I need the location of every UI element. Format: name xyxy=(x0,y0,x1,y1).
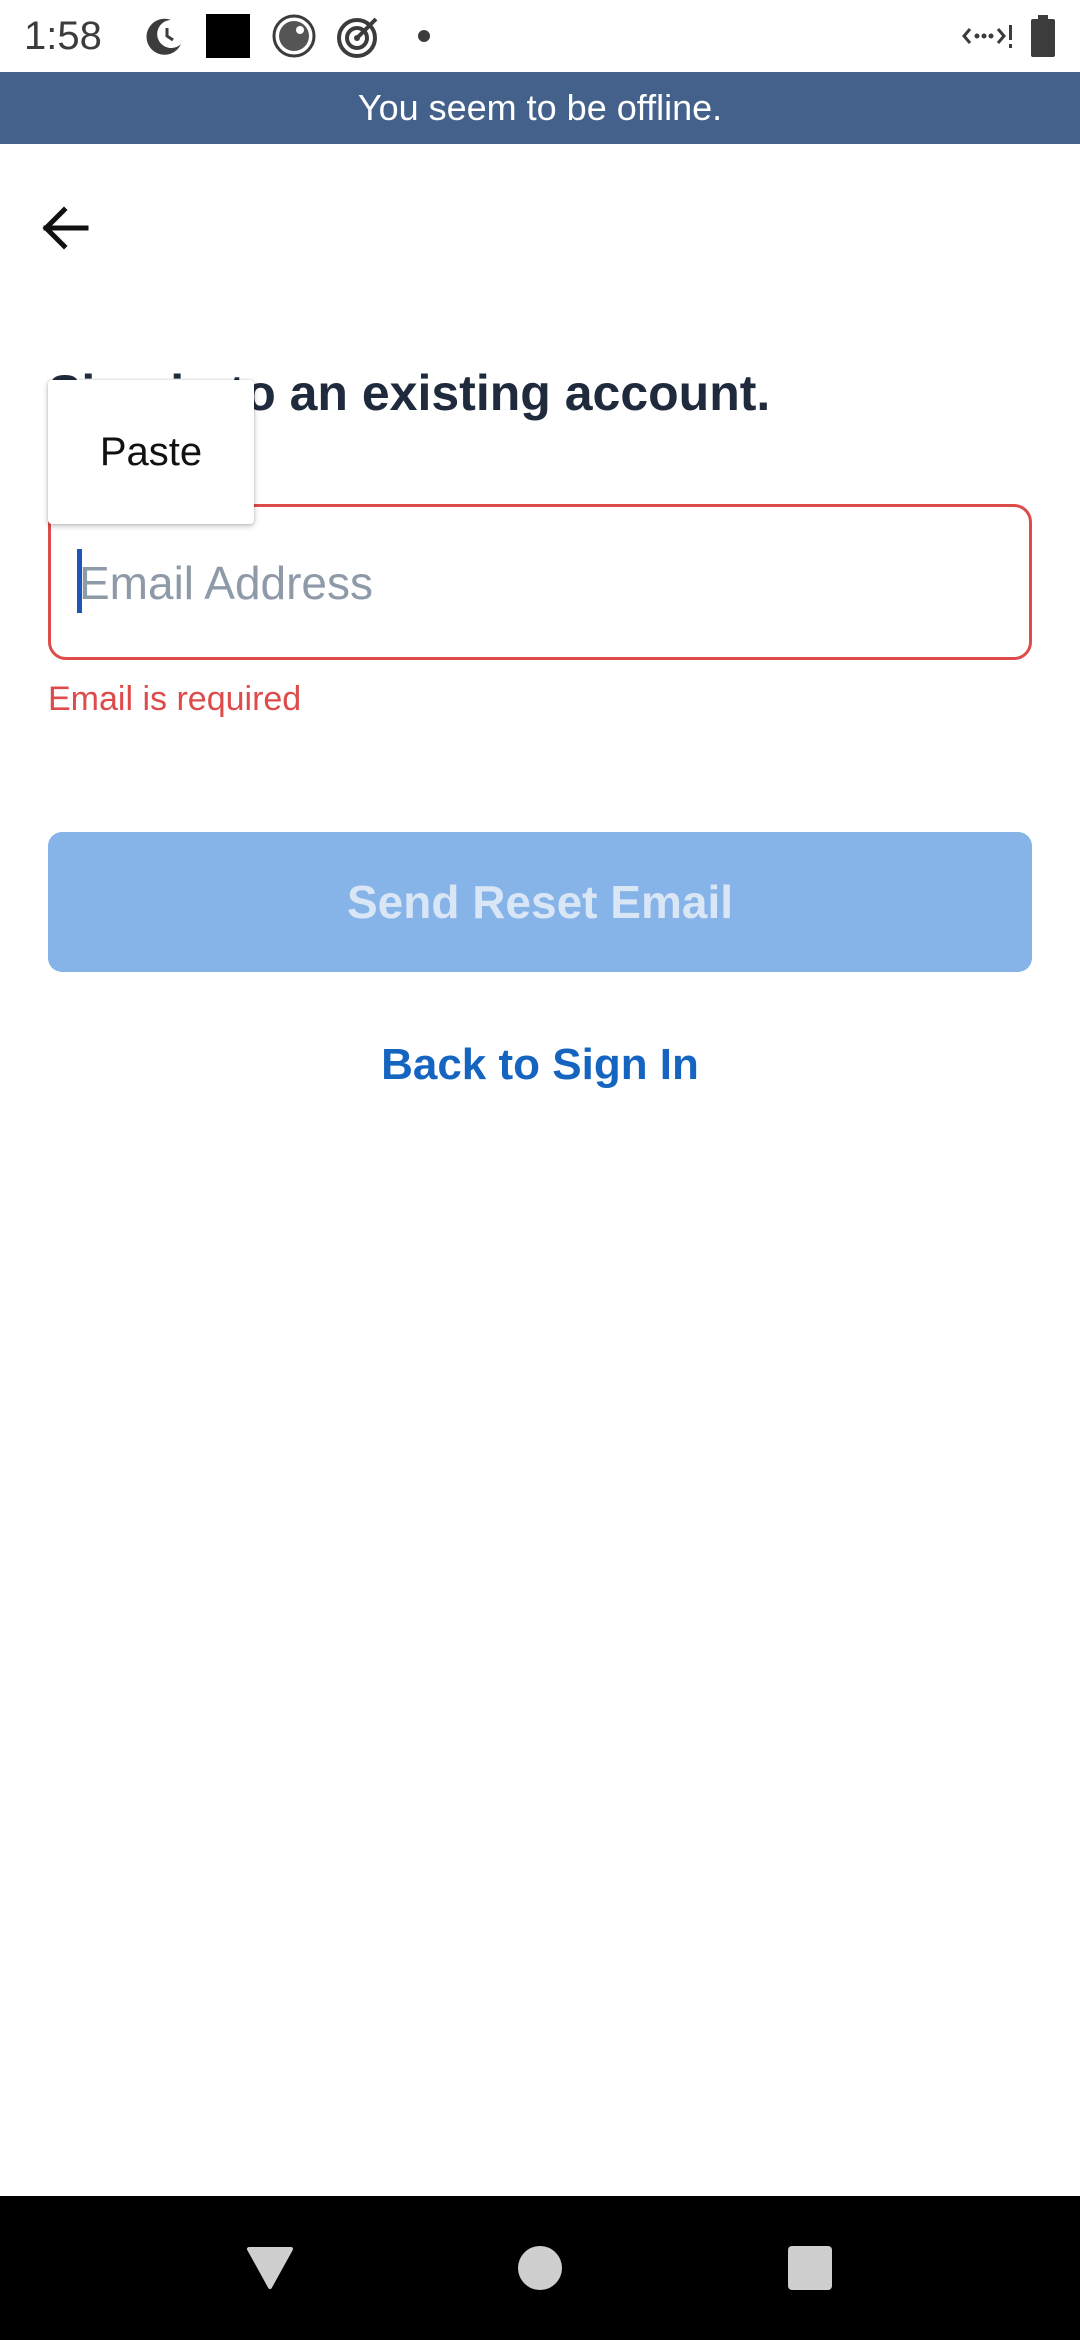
battery-icon xyxy=(1028,12,1058,60)
circle-home-icon xyxy=(518,2246,562,2290)
status-time: 1:58 xyxy=(24,14,102,58)
nav-back-button[interactable] xyxy=(234,2232,306,2304)
back-to-sign-in-label: Back to Sign In xyxy=(381,1040,699,1089)
back-to-sign-in-link[interactable]: Back to Sign In xyxy=(0,1040,1080,1090)
offline-banner: You seem to be offline. xyxy=(0,72,1080,144)
arrow-left-icon xyxy=(42,206,89,250)
square-recents-icon xyxy=(788,2246,832,2290)
status-bar: 1:58 xyxy=(0,0,1080,72)
nav-home-button[interactable] xyxy=(504,2232,576,2304)
nav-recents-button[interactable] xyxy=(774,2232,846,2304)
triangle-back-icon xyxy=(247,2247,293,2289)
email-field[interactable] xyxy=(48,504,1032,660)
black-square-icon xyxy=(204,12,252,60)
text-cursor xyxy=(77,549,82,613)
moon-clock-icon xyxy=(140,12,190,60)
offline-banner-text: You seem to be offline. xyxy=(357,87,723,128)
email-input[interactable] xyxy=(75,507,1011,659)
dot-icon xyxy=(414,12,434,60)
email-error-message: Email is required xyxy=(48,680,302,718)
record-icon xyxy=(270,12,318,60)
paste-menu-item[interactable]: Paste xyxy=(48,380,254,524)
wifi-off-icon xyxy=(960,12,1016,60)
back-button[interactable] xyxy=(30,192,102,264)
system-navigation-bar xyxy=(0,2196,1080,2340)
send-reset-email-button[interactable]: Send Reset Email xyxy=(48,832,1032,972)
paste-label: Paste xyxy=(99,429,203,474)
target-icon xyxy=(334,12,384,60)
